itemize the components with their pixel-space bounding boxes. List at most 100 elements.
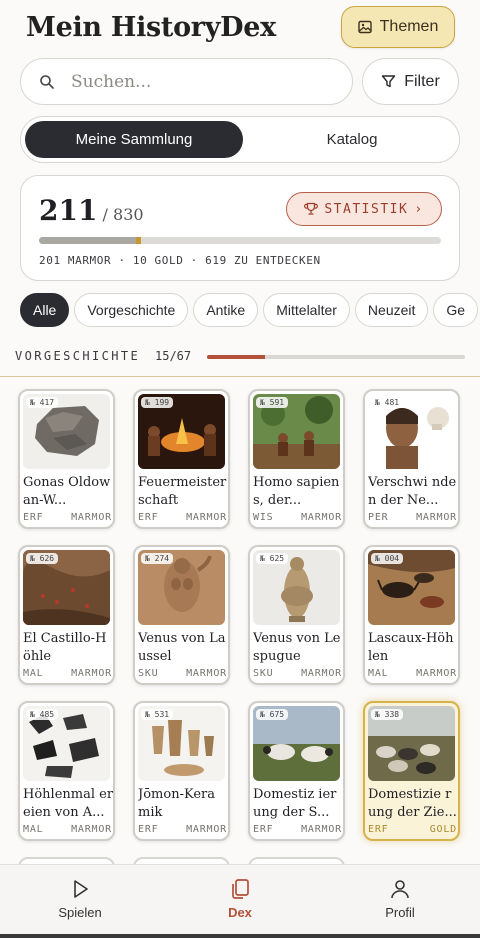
dex-card[interactable]: № 531 Jōmon-Kera mik ERF MARMOR (133, 701, 230, 841)
card-title: Homo sapiens, der... (253, 475, 340, 508)
card-category: MAL (23, 668, 44, 679)
card-meta: ERF GOLD (368, 824, 457, 835)
card-category: MAL (23, 824, 44, 835)
card-number: № 591 (256, 397, 289, 408)
card-rarity: MARMOR (71, 512, 112, 523)
bottom-navigation: Spielen Dex Profil (0, 864, 480, 938)
card-category: ERF (23, 512, 44, 523)
dex-card[interactable]: № 625 Venus von Lespugue SKU MARMOR (248, 545, 345, 685)
themes-button-label: Themen (379, 18, 439, 35)
dex-card[interactable]: № 485 Höhlenmal ereien von A... MAL MARMOR (18, 701, 115, 841)
filter-chip[interactable]: Antike (193, 293, 259, 327)
dex-card[interactable]: № 199 Feuermeister schaft ERF MARMOR (133, 389, 230, 529)
filter-chip[interactable]: Vorgeschichte (74, 293, 189, 327)
card-meta: MAL MARMOR (23, 824, 112, 835)
section-title: VORGESCHICHTE (15, 349, 141, 363)
search-box[interactable] (20, 58, 353, 105)
section-count: 15/67 (155, 349, 192, 363)
tab-catalog[interactable]: Katalog (247, 121, 457, 158)
filter-chip[interactable]: Neuzeit (354, 293, 429, 327)
themes-button[interactable]: Themen (341, 6, 455, 48)
card-number: № 004 (371, 553, 404, 564)
section-progress-fill (207, 355, 265, 359)
card-meta: SKU MARMOR (138, 668, 227, 679)
card-rarity: MARMOR (186, 668, 227, 679)
card-title: Domestiz ierung der S... (253, 787, 337, 820)
filter-button-label: Filter (404, 72, 440, 90)
card-category: MAL (368, 668, 389, 679)
card-rarity: MARMOR (186, 824, 227, 835)
user-icon (391, 880, 409, 899)
image-icon (357, 20, 372, 34)
card-category: ERF (138, 824, 159, 835)
search-icon (40, 74, 54, 89)
filter-button[interactable]: Filter (362, 58, 459, 105)
card-category: ERF (253, 824, 274, 835)
collection-toggle: Meine Sammlung Katalog (20, 116, 460, 163)
play-icon (74, 880, 88, 898)
card-title: Lascaux-Höh len (368, 631, 454, 664)
chevron-right-icon: › (414, 201, 424, 217)
dex-card[interactable]: № 417 Gonas Oldowan-W... ERF MARMOR (18, 389, 115, 529)
nav-play[interactable]: Spielen (20, 873, 140, 933)
card-number: № 531 (141, 709, 174, 720)
card-meta: ERF MARMOR (23, 512, 112, 523)
filter-chip[interactable]: Ge (433, 293, 479, 327)
nav-profile[interactable]: Profil (340, 873, 460, 933)
card-meta: SKU MARMOR (253, 668, 342, 679)
card-number: № 485 (26, 709, 59, 720)
card-rarity: MARMOR (416, 512, 457, 523)
era-filter-chips: Alle Vorgeschichte Antike Mittelalter Neuzei… (20, 293, 480, 327)
card-meta: MAL MARMOR (368, 668, 457, 679)
collected-count: 211 (39, 194, 98, 227)
card-rarity: GOLD (429, 824, 457, 835)
card-meta: ERF MARMOR (253, 824, 342, 835)
card-title: Domestizie rung der Zie... (368, 787, 457, 820)
collection-stats-card: 211 / 830 STATISTIK › 201 MARMOR · 10 GO… (20, 175, 460, 281)
nav-play-label: Spielen (58, 905, 102, 920)
funnel-icon (382, 75, 396, 88)
card-number: № 338 (371, 709, 404, 720)
section-header: VORGESCHICHTE 15/67 (0, 345, 480, 377)
search-input[interactable] (71, 71, 311, 92)
card-meta: PER MARMOR (368, 512, 457, 523)
card-title: Feuermeister schaft (138, 475, 227, 508)
tab-my-collection[interactable]: Meine Sammlung (25, 121, 243, 158)
card-meta: ERF MARMOR (138, 824, 227, 835)
statistics-button-label: STATISTIK (324, 201, 409, 217)
card-title: Venus von Laussel (138, 631, 226, 664)
card-meta: MAL MARMOR (23, 668, 112, 679)
section-progress-bar (207, 355, 465, 359)
filter-chip[interactable]: Mittelalter (263, 293, 350, 327)
card-category: ERF (138, 512, 159, 523)
dex-card[interactable]: № 626 El Castillo-H öhle MAL MARMOR (18, 545, 115, 685)
nav-dex[interactable]: Dex (180, 873, 300, 933)
card-number: № 199 (141, 397, 174, 408)
dex-card[interactable]: № 591 Homo sapiens, der... WIS MARMOR (248, 389, 345, 529)
progress-gold-segment (136, 237, 142, 244)
collection-summary: 201 MARMOR · 10 GOLD · 619 ZU ENTDECKEN (39, 254, 321, 267)
collection-progress-bar (39, 237, 441, 244)
card-number: № 417 (26, 397, 59, 408)
dex-card[interactable]: № 004 Lascaux-Höh len MAL MARMOR (363, 545, 460, 685)
app-title: Mein HistoryDex (26, 12, 276, 43)
trophy-icon (304, 202, 319, 215)
statistics-button[interactable]: STATISTIK › (286, 192, 442, 226)
card-category: ERF (368, 824, 389, 835)
card-meta: WIS MARMOR (253, 512, 342, 523)
filter-chip[interactable]: Alle (20, 293, 70, 327)
card-title: Venus von Lespugue (253, 631, 341, 664)
card-number: № 625 (256, 553, 289, 564)
card-rarity: MARMOR (301, 824, 342, 835)
card-rarity: MARMOR (71, 668, 112, 679)
card-title: El Castillo-H öhle (23, 631, 107, 664)
home-indicator (0, 934, 480, 938)
progress-marble-segment (39, 237, 137, 244)
dex-card[interactable]: № 274 Venus von Laussel SKU MARMOR (133, 545, 230, 685)
card-number: № 274 (141, 553, 174, 564)
card-category: SKU (253, 668, 274, 679)
dex-card[interactable]: № 675 Domestiz ierung der S... ERF MARMOR (248, 701, 345, 841)
dex-card[interactable]: № 481 Verschwi nden der Ne... PER MARMOR (363, 389, 460, 529)
dex-card[interactable]: № 338 Domestizie rung der Zie... ERF GOLD (363, 701, 460, 841)
collection-count: 211 / 830 (39, 194, 144, 227)
